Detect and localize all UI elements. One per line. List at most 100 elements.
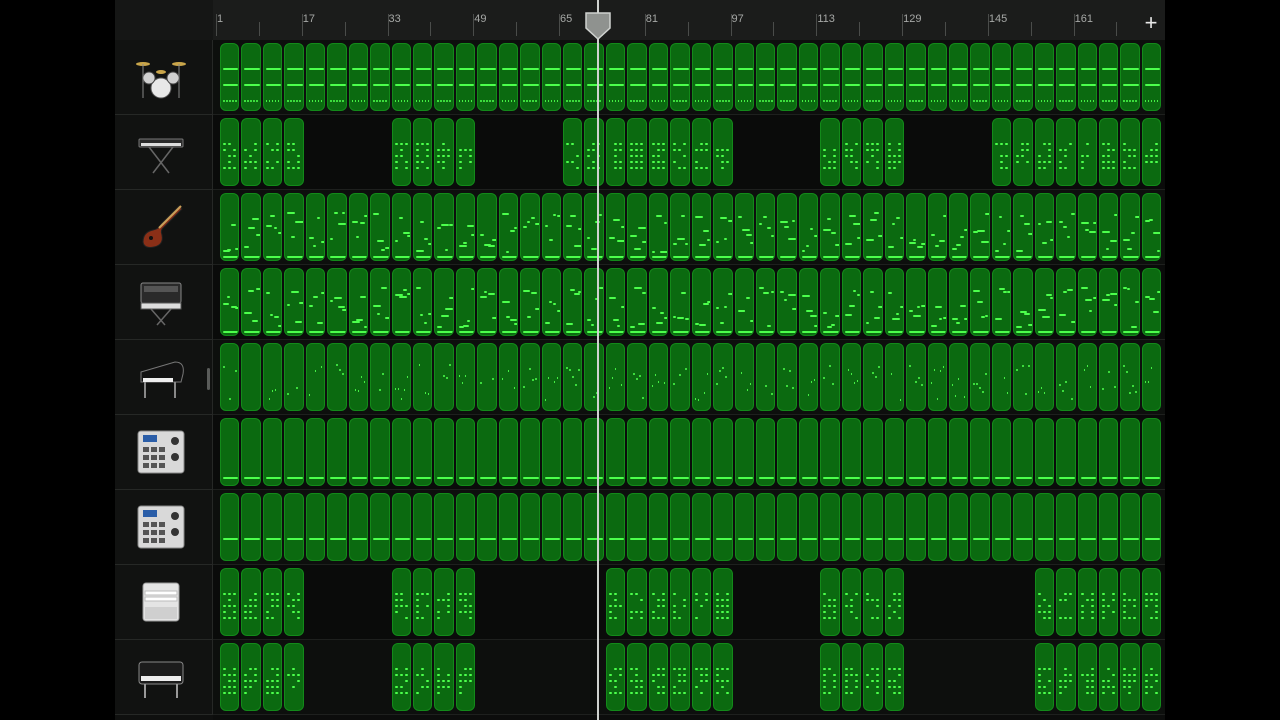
- midi-region[interactable]: [1013, 343, 1033, 411]
- midi-region[interactable]: [434, 118, 454, 186]
- midi-region[interactable]: [327, 343, 347, 411]
- midi-region[interactable]: [1034, 568, 1055, 636]
- track-header-organ[interactable]: [115, 565, 213, 640]
- midi-region[interactable]: [498, 418, 519, 486]
- midi-region[interactable]: [605, 118, 626, 186]
- midi-region[interactable]: [1056, 343, 1076, 411]
- midi-region[interactable]: [1099, 493, 1119, 561]
- midi-region[interactable]: [241, 568, 261, 636]
- midi-region[interactable]: [220, 193, 240, 261]
- midi-region[interactable]: [991, 343, 1012, 411]
- midi-region[interactable]: [541, 418, 562, 486]
- midi-region[interactable]: [820, 343, 840, 411]
- midi-region[interactable]: [1013, 43, 1033, 111]
- midi-region[interactable]: [498, 493, 519, 561]
- midi-region[interactable]: [627, 43, 647, 111]
- midi-region[interactable]: [262, 193, 283, 261]
- midi-region[interactable]: [1056, 118, 1076, 186]
- midi-region[interactable]: [1056, 268, 1076, 336]
- track-header-resize-handle[interactable]: [207, 368, 210, 390]
- playhead[interactable]: [596, 0, 599, 720]
- midi-region[interactable]: [220, 268, 240, 336]
- midi-region[interactable]: [305, 43, 326, 111]
- midi-region[interactable]: [756, 268, 776, 336]
- midi-region[interactable]: [691, 493, 712, 561]
- midi-region[interactable]: [262, 43, 283, 111]
- midi-region[interactable]: [241, 343, 261, 411]
- midi-region[interactable]: [884, 493, 905, 561]
- midi-region[interactable]: [884, 193, 905, 261]
- midi-region[interactable]: [884, 43, 905, 111]
- midi-region[interactable]: [1034, 493, 1055, 561]
- midi-region[interactable]: [713, 568, 733, 636]
- midi-region[interactable]: [777, 343, 797, 411]
- midi-region[interactable]: [670, 268, 690, 336]
- midi-region[interactable]: [991, 493, 1012, 561]
- midi-region[interactable]: [370, 343, 390, 411]
- midi-region[interactable]: [863, 568, 883, 636]
- midi-region[interactable]: [627, 118, 647, 186]
- midi-region[interactable]: [498, 43, 519, 111]
- midi-region[interactable]: [1056, 493, 1076, 561]
- midi-region[interactable]: [1099, 268, 1119, 336]
- midi-region[interactable]: [434, 418, 454, 486]
- midi-region[interactable]: [648, 568, 669, 636]
- midi-region[interactable]: [305, 418, 326, 486]
- midi-region[interactable]: [455, 343, 476, 411]
- midi-region[interactable]: [863, 268, 883, 336]
- midi-region[interactable]: [1141, 43, 1162, 111]
- midi-region[interactable]: [434, 343, 454, 411]
- midi-region[interactable]: [455, 43, 476, 111]
- midi-region[interactable]: [391, 568, 411, 636]
- midi-region[interactable]: [1056, 418, 1076, 486]
- midi-region[interactable]: [713, 418, 733, 486]
- midi-region[interactable]: [927, 493, 947, 561]
- midi-region[interactable]: [1077, 643, 1098, 711]
- track-header-drum-machine-1[interactable]: [115, 415, 213, 490]
- midi-region[interactable]: [713, 343, 733, 411]
- midi-region[interactable]: [220, 418, 240, 486]
- midi-region[interactable]: [798, 193, 819, 261]
- midi-region[interactable]: [220, 118, 240, 186]
- midi-region[interactable]: [798, 418, 819, 486]
- midi-region[interactable]: [1013, 118, 1033, 186]
- midi-region[interactable]: [348, 493, 369, 561]
- midi-region[interactable]: [455, 643, 476, 711]
- midi-region[interactable]: [1034, 193, 1055, 261]
- midi-region[interactable]: [691, 418, 712, 486]
- midi-region[interactable]: [391, 343, 411, 411]
- midi-region[interactable]: [584, 43, 604, 111]
- midi-region[interactable]: [734, 43, 754, 111]
- midi-region[interactable]: [841, 418, 862, 486]
- midi-region[interactable]: [220, 643, 240, 711]
- midi-region[interactable]: [241, 493, 261, 561]
- midi-region[interactable]: [541, 268, 562, 336]
- midi-region[interactable]: [713, 268, 733, 336]
- midi-region[interactable]: [756, 43, 776, 111]
- track-header-keyboard-synth[interactable]: [115, 115, 213, 190]
- midi-region[interactable]: [927, 193, 947, 261]
- midi-region[interactable]: [605, 343, 626, 411]
- midi-region[interactable]: [605, 268, 626, 336]
- midi-region[interactable]: [1056, 193, 1076, 261]
- midi-region[interactable]: [391, 43, 411, 111]
- midi-region[interactable]: [1120, 343, 1140, 411]
- midi-region[interactable]: [648, 643, 669, 711]
- midi-region[interactable]: [1056, 643, 1076, 711]
- midi-region[interactable]: [627, 343, 647, 411]
- midi-region[interactable]: [841, 193, 862, 261]
- midi-region[interactable]: [1099, 43, 1119, 111]
- midi-region[interactable]: [734, 193, 754, 261]
- midi-region[interactable]: [284, 118, 304, 186]
- midi-region[interactable]: [412, 193, 433, 261]
- midi-region[interactable]: [670, 118, 690, 186]
- midi-region[interactable]: [1034, 643, 1055, 711]
- midi-region[interactable]: [927, 268, 947, 336]
- midi-region[interactable]: [541, 493, 562, 561]
- midi-region[interactable]: [1120, 418, 1140, 486]
- midi-region[interactable]: [348, 43, 369, 111]
- midi-region[interactable]: [713, 193, 733, 261]
- midi-region[interactable]: [863, 418, 883, 486]
- midi-region[interactable]: [991, 118, 1012, 186]
- midi-region[interactable]: [520, 268, 540, 336]
